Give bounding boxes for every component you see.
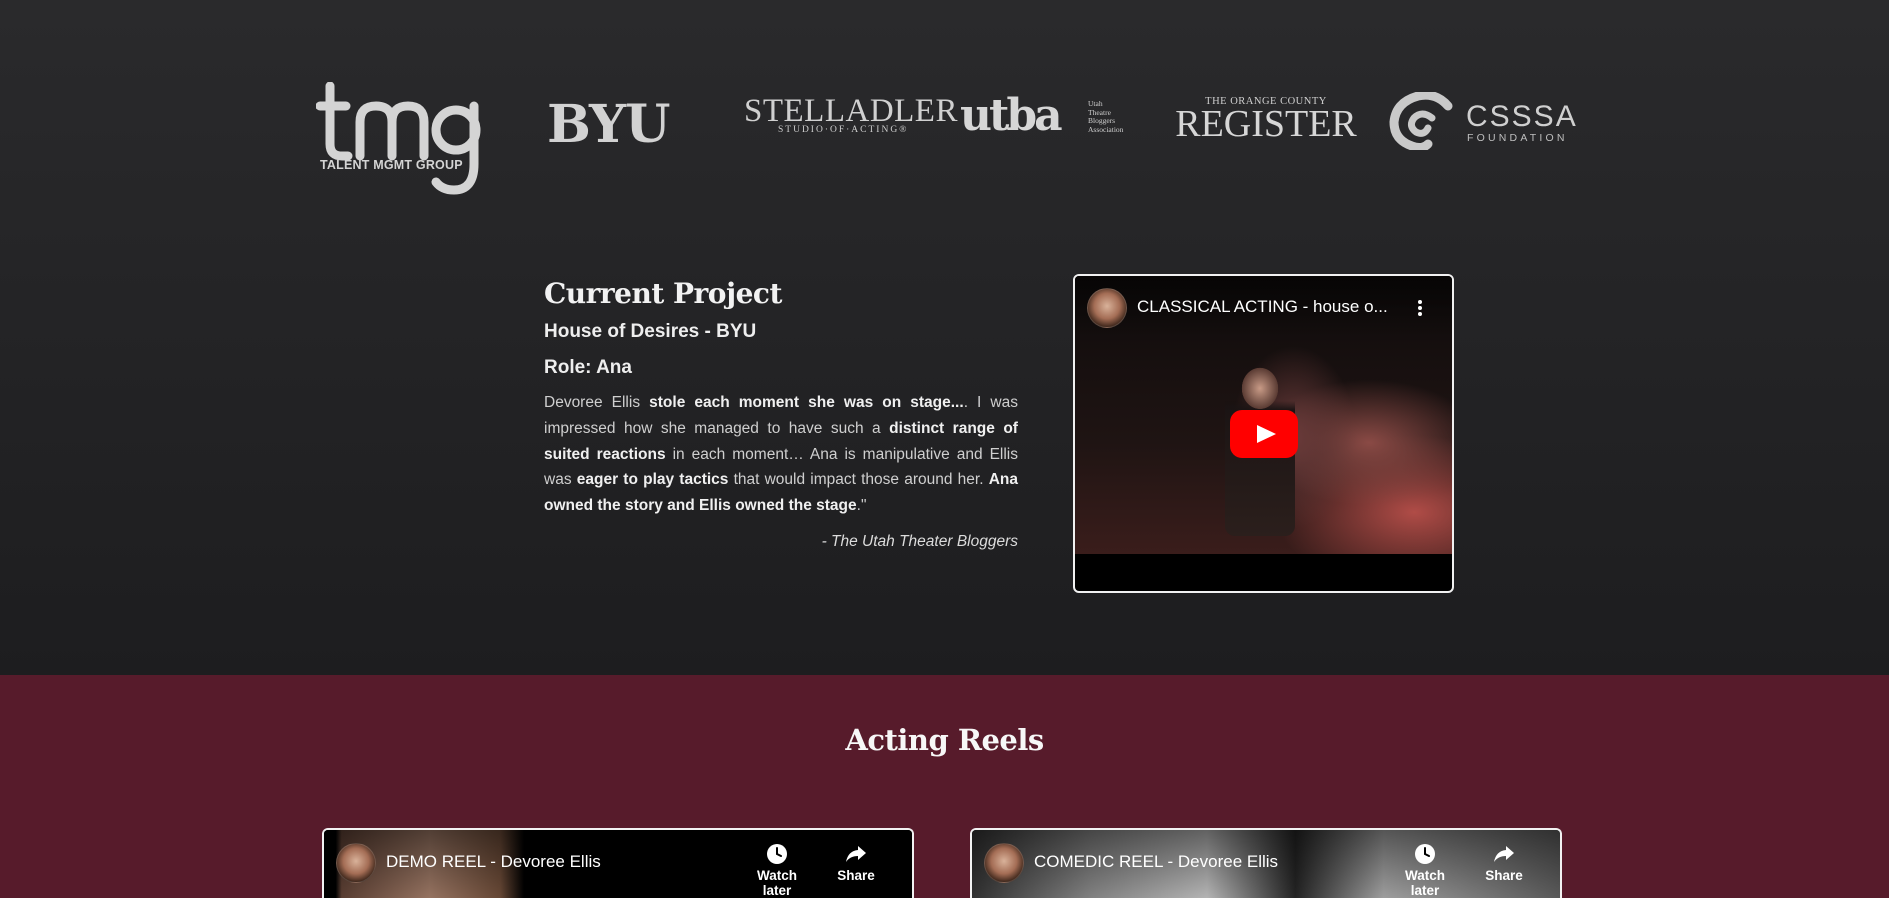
stella-adler-subtitle: STUDIO·OF·ACTING® bbox=[778, 125, 909, 135]
demo-reel-video[interactable]: DEMO REEL - Devoree Ellis Watch later Sh… bbox=[322, 828, 914, 898]
byu-logo: BYU bbox=[547, 94, 671, 155]
clock-icon bbox=[1415, 844, 1435, 864]
play-icon bbox=[1257, 425, 1276, 443]
youtube-play-button[interactable] bbox=[1230, 410, 1298, 458]
project-role: Role: Ana bbox=[544, 357, 632, 378]
tmg-logo: TALENT MGMT GROUP bbox=[315, 81, 484, 198]
share-icon bbox=[1494, 846, 1514, 862]
register-wordmark: REGISTER bbox=[1175, 103, 1357, 145]
watch-later-button[interactable]: Watch later bbox=[742, 842, 812, 898]
watch-later-button[interactable]: Watch later bbox=[1390, 842, 1460, 898]
oc-register-logo: THE ORANGE COUNTY REGISTER bbox=[1172, 96, 1360, 145]
quote-emphasis: stole each moment she was on stage... bbox=[649, 394, 964, 411]
current-project-heading: Current Project bbox=[544, 277, 782, 310]
share-button[interactable]: Share bbox=[828, 842, 884, 883]
share-icon bbox=[846, 846, 866, 862]
tmg-subtitle: TALENT MGMT GROUP bbox=[320, 158, 463, 172]
comedic-reel-video[interactable]: COMEDIC REEL - Devoree Ellis Watch later… bbox=[970, 828, 1562, 898]
acting-reels-section: Acting Reels DEMO REEL - Devoree Ellis W… bbox=[0, 675, 1889, 898]
current-project: Current Project House of Desires - BYU R… bbox=[544, 274, 1018, 551]
kebab-menu-icon[interactable] bbox=[1417, 298, 1423, 318]
share-label: Share bbox=[1485, 868, 1523, 883]
channel-avatar[interactable] bbox=[1087, 288, 1127, 328]
review-quote: Devoree Ellis stole each moment she was … bbox=[544, 390, 1018, 519]
acting-reels-heading: Acting Reels bbox=[845, 723, 1044, 757]
video-title[interactable]: CLASSICAL ACTING - house o... bbox=[1137, 297, 1402, 317]
quote-text: ." bbox=[856, 497, 867, 515]
video-title[interactable]: DEMO REEL - Devoree Ellis bbox=[386, 852, 686, 872]
featured-video-embed[interactable]: CLASSICAL ACTING - house o... bbox=[1073, 274, 1454, 593]
hero-section: TALENT MGMT GROUP BYU STELLADLER STUDIO·… bbox=[0, 0, 1889, 675]
share-label: Share bbox=[837, 868, 875, 883]
csssa-logo: CSSSA FOUNDATION bbox=[1388, 92, 1576, 152]
utba-subtitle-line: Association bbox=[1088, 124, 1124, 134]
utba-logo: utba Utah Theatre Bloggers Association bbox=[960, 90, 1130, 141]
quote-text: that would impact those around her. bbox=[728, 471, 989, 489]
share-button[interactable]: Share bbox=[1476, 842, 1532, 883]
channel-avatar[interactable] bbox=[336, 843, 376, 883]
utba-subtitle: Utah Theatre Bloggers Association bbox=[1088, 99, 1124, 134]
quote-text: Devoree Ellis bbox=[544, 394, 650, 411]
utba-wordmark: utba bbox=[960, 90, 1063, 141]
channel-avatar[interactable] bbox=[984, 843, 1024, 883]
stella-adler-logo: STELLADLER STUDIO·OF·ACTING® bbox=[744, 93, 958, 136]
csssa-swirl-icon bbox=[1389, 92, 1453, 150]
stella-adler-wordmark: STELLADLER bbox=[744, 93, 958, 129]
quote-attribution: - The Utah Theater Bloggers bbox=[821, 532, 1018, 550]
watch-later-label: Watch later bbox=[757, 868, 797, 898]
csssa-wordmark: CSSSA bbox=[1466, 100, 1578, 133]
clock-icon bbox=[767, 844, 787, 864]
watch-later-label: Watch later bbox=[1405, 868, 1445, 898]
quote-emphasis: eager to play tactics bbox=[576, 471, 729, 489]
project-title: House of Desires - BYU bbox=[544, 321, 757, 342]
tmg-logo-mark bbox=[315, 81, 481, 195]
video-title[interactable]: COMEDIC REEL - Devoree Ellis bbox=[1034, 852, 1334, 872]
csssa-subtitle: FOUNDATION bbox=[1467, 132, 1568, 144]
